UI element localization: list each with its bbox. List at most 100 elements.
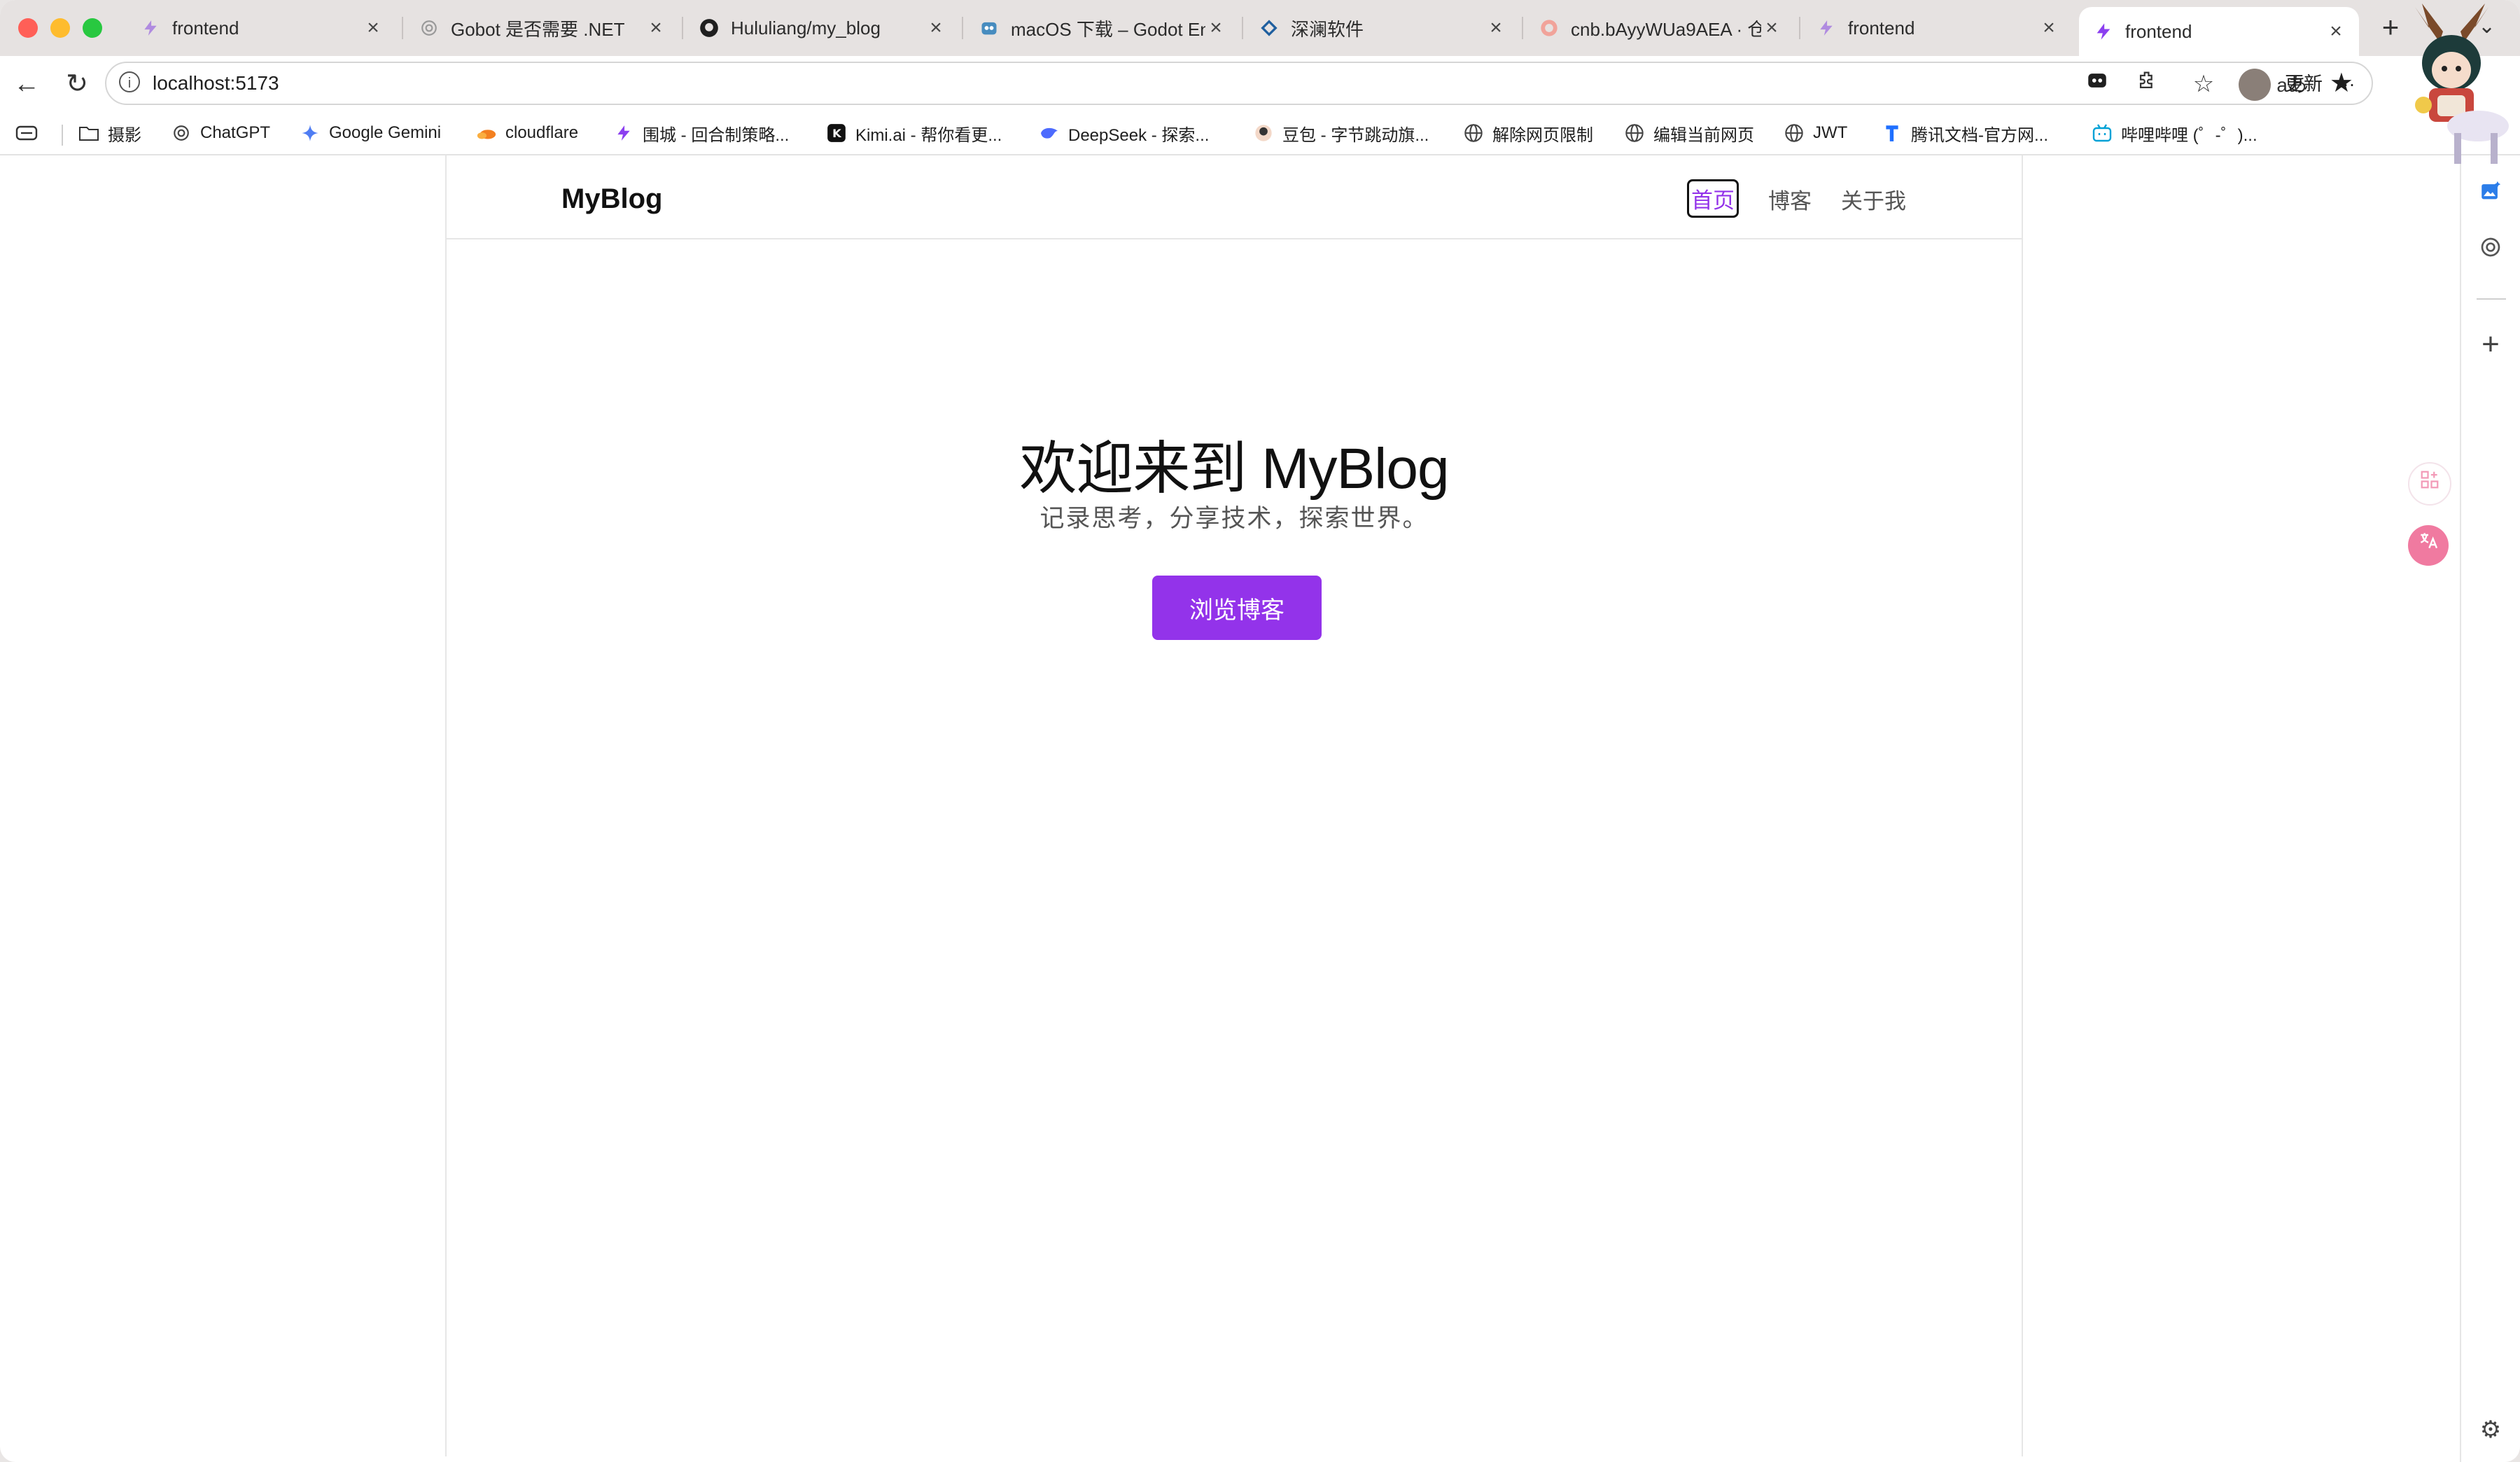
- tab-gobot[interactable]: Gobot 是否需要 .NET ×: [405, 8, 679, 48]
- bookmark-label: ChatGPT: [200, 123, 271, 142]
- mascot-sticker-icon: [2415, 4, 2509, 164]
- nav-about[interactable]: 关于我: [1841, 183, 1906, 215]
- bookmark-doubao[interactable]: 豆包 - 字节跳动旗...: [1253, 120, 1429, 146]
- bookmark-unlock-page[interactable]: 解除网页限制: [1463, 120, 1593, 146]
- reload-icon[interactable]: ↻: [60, 67, 94, 101]
- translate-float-icon[interactable]: [2408, 525, 2449, 566]
- bookmark-label: 编辑当前网页: [1653, 125, 1754, 145]
- puzzle-icon[interactable]: [2132, 69, 2163, 99]
- gear-icon[interactable]: ⚙: [2475, 1414, 2506, 1445]
- info-icon[interactable]: i: [119, 71, 140, 92]
- bookmark-label: 解除网页限制: [1492, 125, 1593, 145]
- tab-github[interactable]: Hululiang/my_blog ×: [685, 8, 959, 48]
- bookmark-gemini[interactable]: Google Gemini: [300, 120, 441, 146]
- openai-icon: [171, 123, 192, 144]
- tab-title: Gobot 是否需要 .NET: [451, 18, 625, 40]
- favorites-icon[interactable]: ☆: [2188, 69, 2219, 99]
- image-tool-icon[interactable]: [2475, 179, 2506, 210]
- bookmark-weicheng[interactable]: 围城 - 回合制策略...: [613, 120, 789, 146]
- bookmark-kimi[interactable]: K Kimi.ai - 帮你看更...: [826, 120, 1002, 146]
- tab-close-icon[interactable]: ×: [925, 16, 946, 40]
- add-icon[interactable]: +: [2475, 329, 2506, 360]
- folder-icon: [78, 123, 99, 144]
- vite-icon: [2093, 21, 2114, 42]
- github-icon: [699, 18, 720, 39]
- update-button[interactable]: 更新 ···: [2285, 69, 2356, 99]
- tab-frontend-active[interactable]: frontend ×: [2079, 7, 2359, 56]
- vite-icon: [140, 18, 161, 39]
- back-arrow-icon[interactable]: ←: [10, 67, 43, 101]
- tab-title: frontend: [172, 17, 239, 39]
- bookmark-label: 豆包 - 字节跳动旗...: [1282, 125, 1429, 145]
- bookmark-edit-page[interactable]: 编辑当前网页: [1624, 120, 1754, 146]
- site-container: MyBlog 首页 博客 关于我 欢迎来到 MyBlog 记录思考，分享技术，探…: [445, 155, 2023, 1456]
- cloudflare-icon: [476, 123, 497, 144]
- bilibili-icon: [2092, 123, 2113, 144]
- tab-close-icon[interactable]: ×: [363, 16, 384, 40]
- bookmark-tencent-docs[interactable]: 腾讯文档-官方网...: [1882, 120, 2048, 146]
- gemini-icon: [300, 123, 321, 144]
- openai-icon[interactable]: [2475, 235, 2506, 266]
- tab-separator: [402, 17, 403, 39]
- bookmark-bilibili[interactable]: 哔哩哔哩 (゜-゜)...: [2092, 120, 2258, 146]
- globe-icon: [1784, 123, 1805, 144]
- maximize-window-button[interactable]: [83, 18, 102, 38]
- tab-close-icon[interactable]: ×: [645, 16, 666, 40]
- url-text[interactable]: localhost:5173: [153, 72, 279, 95]
- bookmark-label: Google Gemini: [329, 123, 442, 142]
- tab-separator: [1799, 17, 1800, 39]
- deepseek-icon: [1039, 123, 1060, 144]
- tab-separator: [1242, 17, 1243, 39]
- sidebar-divider: [2477, 298, 2506, 300]
- openai-icon: [419, 18, 440, 39]
- tab-strip: frontend × Gobot 是否需要 .NET × Hululiang/m…: [0, 0, 2520, 56]
- tencent-docs-icon: [1882, 123, 1903, 144]
- site-brand[interactable]: MyBlog: [561, 183, 662, 215]
- nav-blog[interactable]: 博客: [1768, 183, 1812, 215]
- bookmark-deepseek[interactable]: DeepSeek - 探索...: [1039, 120, 1209, 146]
- more-icon[interactable]: ···: [2337, 74, 2356, 95]
- address-bar[interactable]: i localhost:5173 aあ ★: [105, 62, 2373, 105]
- bookmark-label: DeepSeek - 探索...: [1068, 125, 1210, 145]
- svg-text:K: K: [832, 127, 842, 140]
- tab-close-icon[interactable]: ×: [2038, 16, 2059, 40]
- close-window-button[interactable]: [18, 18, 38, 38]
- tab-separator: [1522, 17, 1523, 39]
- tab-frontend-2[interactable]: frontend ×: [1802, 8, 2072, 48]
- sidebar-toggle-icon[interactable]: [15, 120, 38, 146]
- minimize-window-button[interactable]: [50, 18, 70, 38]
- bookmark-label: 哔哩哔哩 (゜-゜)...: [2121, 125, 2258, 145]
- bookmark-folder-photography[interactable]: 摄影: [78, 120, 141, 146]
- tab-godot[interactable]: macOS 下载 – Godot Eng ×: [965, 8, 1239, 48]
- avatar[interactable]: [2239, 69, 2271, 101]
- nav-home[interactable]: 首页: [1687, 179, 1739, 218]
- browse-blog-button[interactable]: 浏览博客: [1152, 576, 1322, 640]
- tab-close-icon[interactable]: ×: [1485, 16, 1506, 40]
- bookmark-label: 腾讯文档-官方网...: [1911, 125, 2048, 145]
- update-label: 更新: [2285, 74, 2323, 95]
- bookmark-jwt[interactable]: JWT: [1784, 120, 1847, 146]
- bookmarks-divider: [62, 125, 63, 146]
- browser-window: frontend × Gobot 是否需要 .NET × Hululiang/m…: [0, 0, 2520, 1462]
- page-viewport: MyBlog 首页 博客 关于我 欢迎来到 MyBlog 记录思考，分享技术，探…: [4, 155, 2460, 1456]
- tab-title: frontend: [1848, 17, 1915, 39]
- srun-icon: [1259, 18, 1280, 39]
- tab-title: Hululiang/my_blog: [731, 17, 881, 39]
- tab-title: cnb.bAyyWUa9AEA · 仓库: [1571, 18, 1761, 40]
- tab-srun[interactable]: 深澜软件 ×: [1245, 8, 1519, 48]
- tab-close-icon[interactable]: ×: [2325, 20, 2346, 43]
- bookmark-label: cloudflare: [505, 123, 579, 142]
- qr-scan-icon[interactable]: [2408, 462, 2451, 506]
- bookmark-label: JWT: [1813, 123, 1848, 142]
- extension-icon[interactable]: [2082, 69, 2113, 99]
- tab-cnb[interactable]: cnb.bAyyWUa9AEA · 仓库 ×: [1525, 8, 1795, 48]
- tab-title: frontend: [2125, 20, 2192, 42]
- tab-close-icon[interactable]: ×: [1761, 16, 1782, 40]
- tab-close-icon[interactable]: ×: [1205, 16, 1226, 40]
- hero-subtitle: 记录思考，分享技术，探索世界。: [1040, 505, 1429, 532]
- bookmark-label: 摄影: [108, 125, 141, 145]
- bookmark-chatgpt[interactable]: ChatGPT: [171, 120, 270, 146]
- bookmark-cloudflare[interactable]: cloudflare: [476, 120, 578, 146]
- bookmark-label: 围城 - 回合制策略...: [643, 125, 790, 145]
- tab-frontend-1[interactable]: frontend ×: [126, 8, 396, 48]
